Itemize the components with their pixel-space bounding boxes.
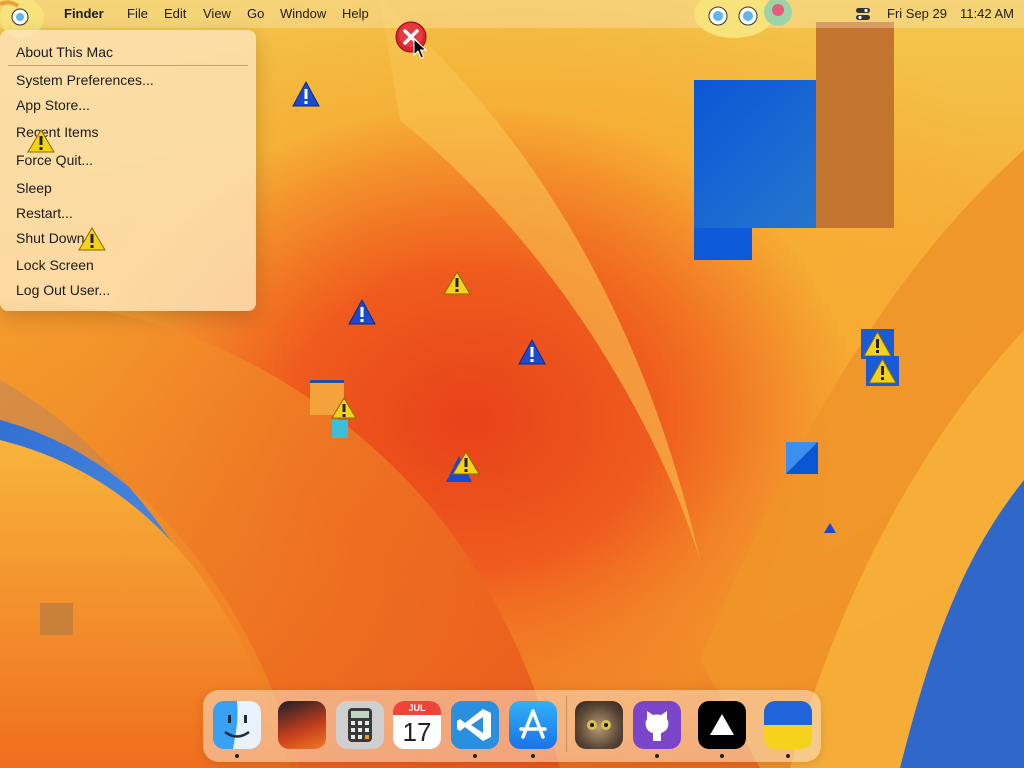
dock-running-indicator [720,754,724,758]
glitch-block-square [786,442,818,474]
menubar-time[interactable]: 11:42 AM [960,6,1014,21]
warning-icon[interactable] [517,338,547,366]
warning-icon[interactable] [291,80,321,108]
dock-cat-photo-icon[interactable] [575,701,623,749]
calendar-month: JUL [393,701,441,715]
warning-icon[interactable] [26,128,56,154]
menu-finder[interactable]: Finder [64,6,104,21]
warning-icon[interactable] [451,450,481,476]
glitch-block-brown [816,22,894,228]
glitch-block-blue-small [694,228,752,260]
glitch-icon-fragment [332,420,348,438]
menu-go[interactable]: Go [247,6,264,21]
menu-window[interactable]: Window [280,6,326,21]
warning-icon[interactable] [330,396,358,420]
menu-file[interactable]: File [127,6,148,21]
menu-item-sleep[interactable]: Sleep [16,180,52,196]
warning-icon[interactable] [442,270,472,296]
glitch-block-orange [40,603,73,635]
warning-icon[interactable] [77,226,107,252]
dock-divider [566,696,567,752]
dock-running-indicator [786,754,790,758]
menu-item-system-preferences[interactable]: System Preferences... [16,72,154,88]
dock-running-indicator [235,754,239,758]
menu-item-about[interactable]: About This Mac [16,44,113,60]
menu-item-lock-screen[interactable]: Lock Screen [16,257,94,273]
dock-triangle-app-icon[interactable] [698,701,746,749]
dock-github-icon[interactable] [633,701,681,749]
warning-icon[interactable] [861,329,894,359]
dock-ukraine-flag-icon[interactable] [764,701,812,749]
dock-finder-icon[interactable] [213,701,261,749]
mouse-cursor-icon [413,38,427,59]
dock-running-indicator [473,754,477,758]
menu-view[interactable]: View [203,6,231,21]
dock-calendar-icon[interactable]: JUL 17 [393,701,441,749]
menubar-date[interactable]: Fri Sep 29 [887,6,947,21]
warning-icon[interactable] [866,356,899,386]
menu-item-restart[interactable]: Restart... [16,205,73,221]
dock-wallpaper-app-icon[interactable] [278,701,326,749]
menu-item-force-quit[interactable]: Force Quit... [16,152,93,168]
anime-sticker-icon [686,0,808,40]
dock-vscode-icon[interactable] [451,701,499,749]
menu-edit[interactable]: Edit [164,6,186,21]
control-center-icon[interactable] [855,6,871,22]
menu-bar: Finder File Edit View Go Window Help Fri… [0,0,1024,38]
dock-running-indicator [531,754,535,758]
menu-item-log-out[interactable]: Log Out User... [16,282,110,298]
dock-running-indicator [655,754,659,758]
calendar-day: 17 [402,717,432,747]
warning-icon[interactable] [823,522,837,534]
menu-help[interactable]: Help [342,6,369,21]
menu-separator [8,65,248,66]
warning-icon[interactable] [347,298,377,326]
dock: JUL 17 [203,690,821,762]
dock-calculator-icon[interactable] [336,701,384,749]
menu-item-app-store[interactable]: App Store... [16,97,90,113]
dock-app-store-icon[interactable] [509,701,557,749]
apple-menu-dropdown: About This Mac System Preferences... App… [0,30,256,311]
